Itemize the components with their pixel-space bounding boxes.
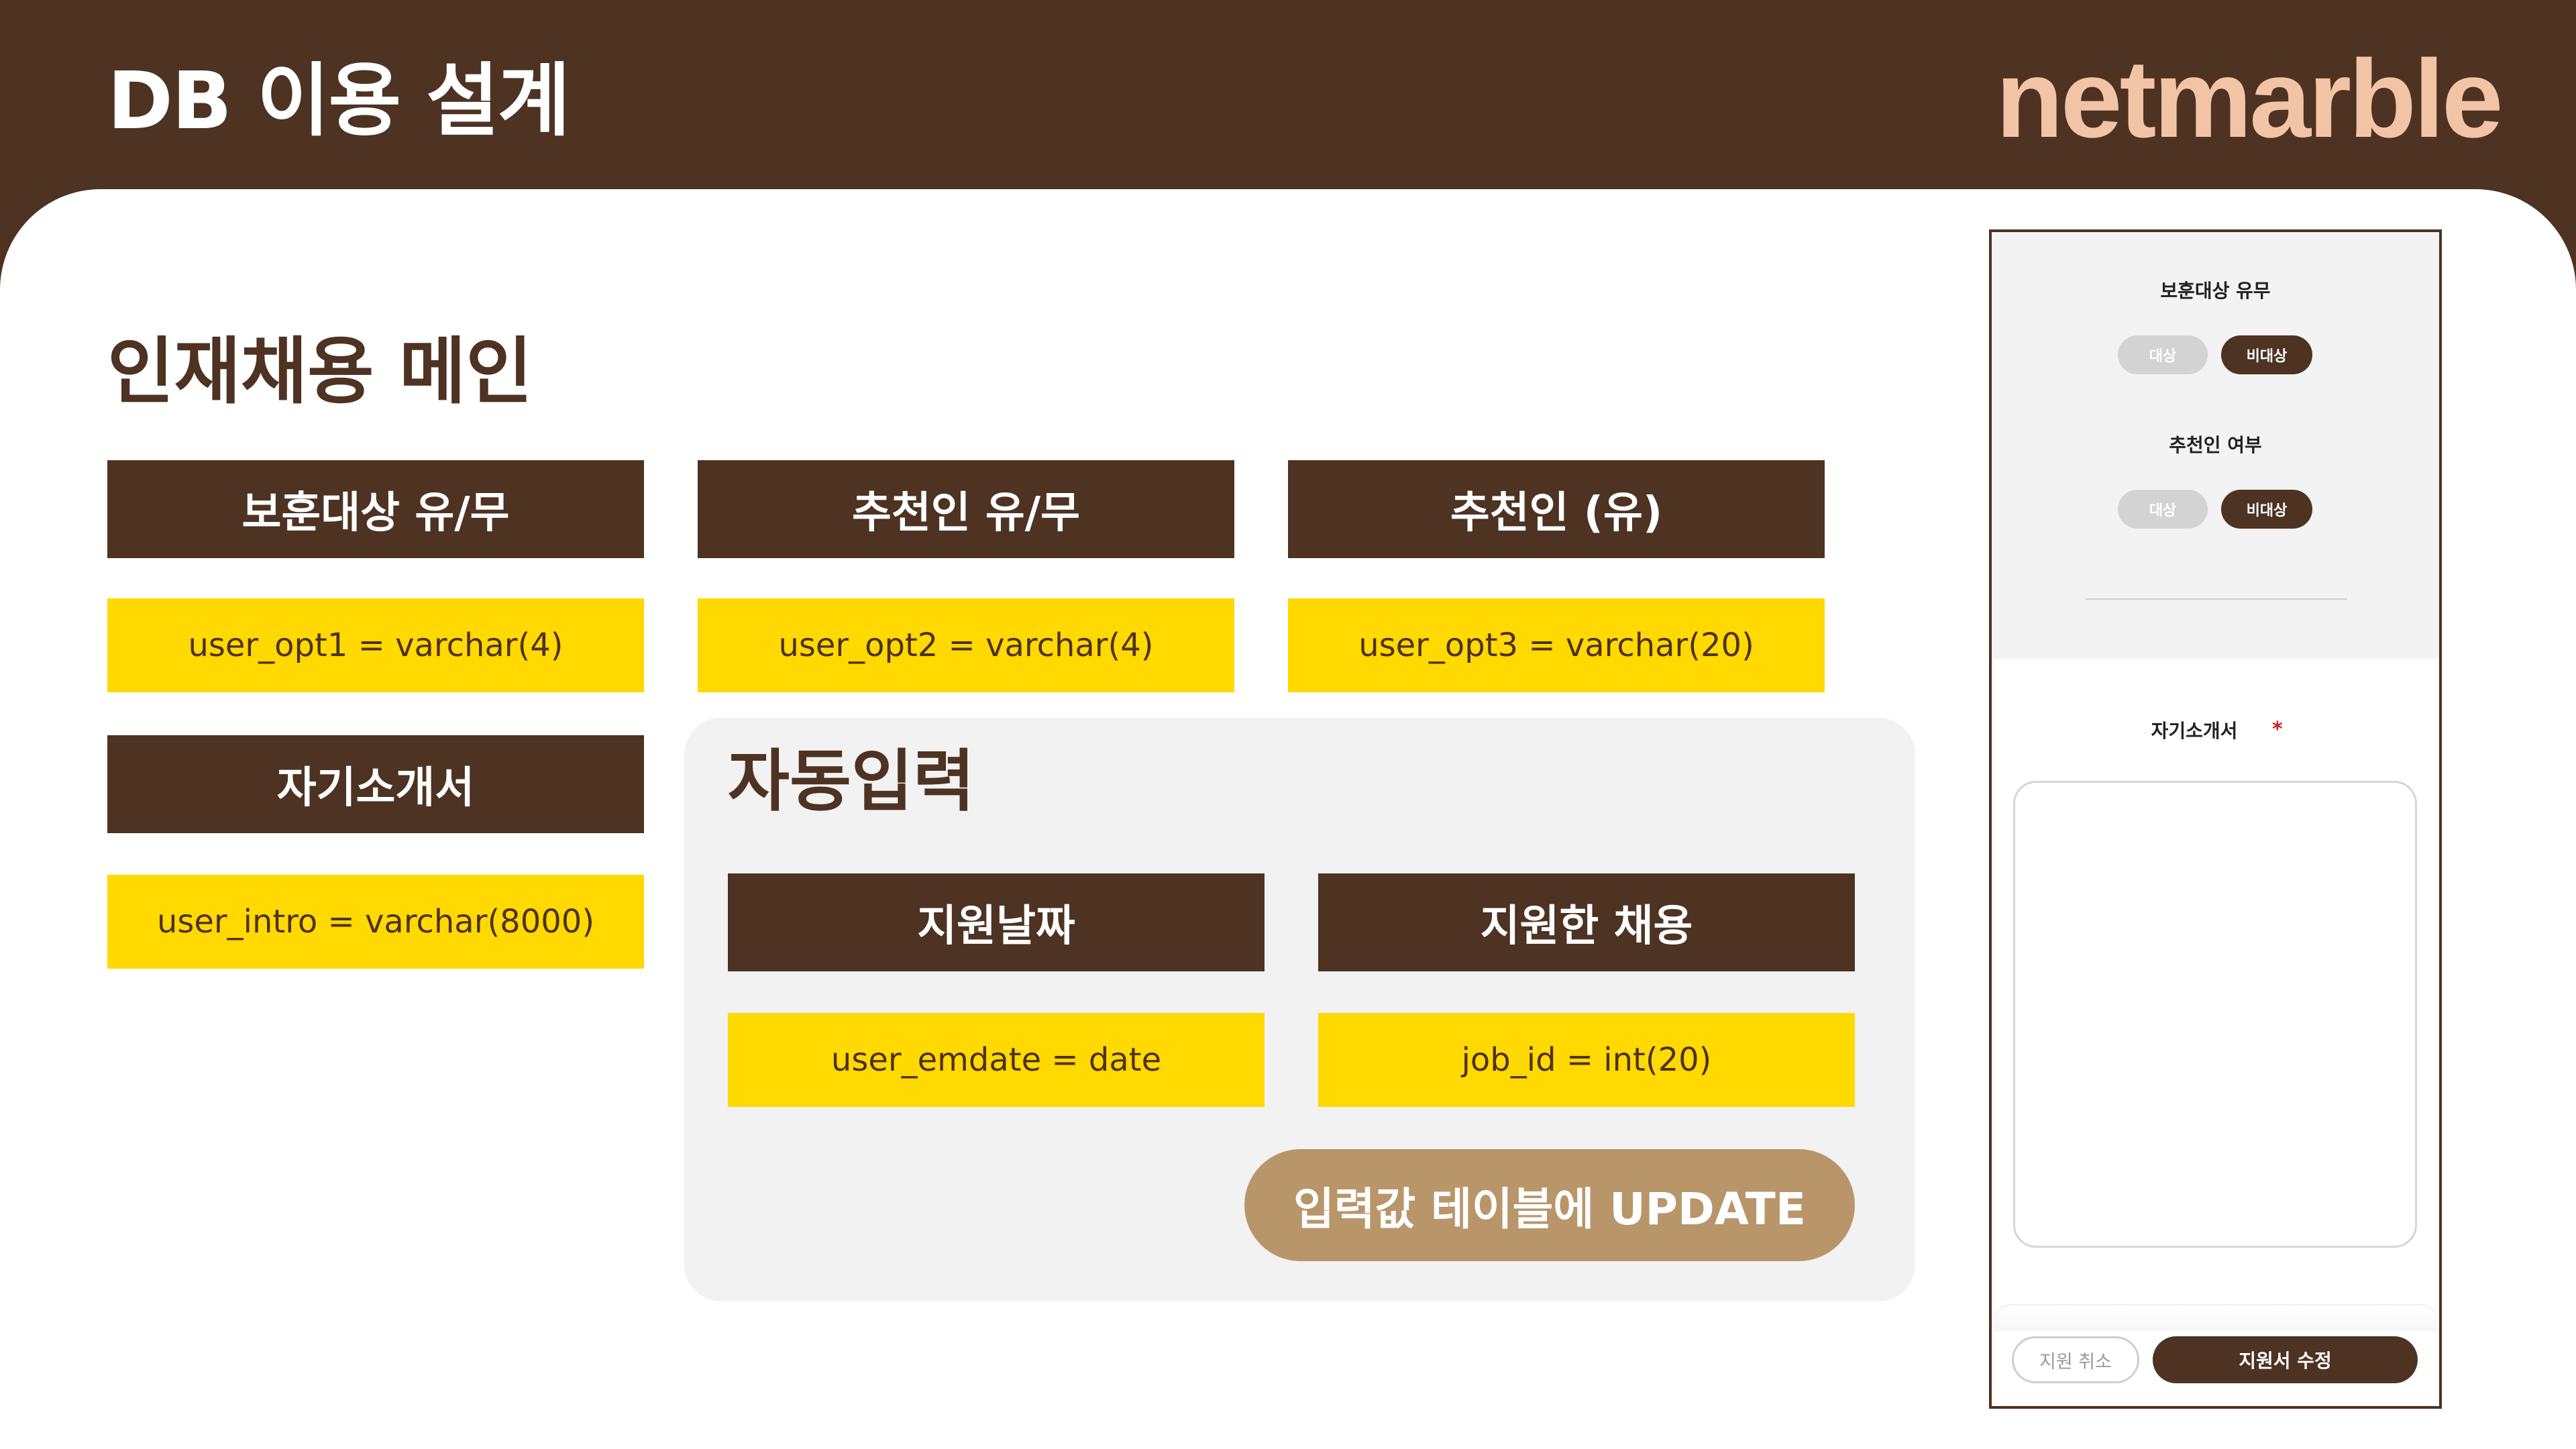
update-table-button[interactable]: 입력값 테이블에 UPDATE <box>1244 1149 1855 1261</box>
field-header-applied-job: 지원한 채용 <box>1318 873 1855 971</box>
field-header-intro: 자기소개서 <box>107 735 644 833</box>
field-column-intro: user_intro = varchar(8000) <box>107 875 644 969</box>
page-title: DB 이용 설계 <box>107 54 570 147</box>
field-column-referrer-name: user_opt3 = varchar(20) <box>1288 598 1825 692</box>
section-title: 인재채용 메인 <box>107 330 533 414</box>
referrer-option-no[interactable]: 비대상 <box>2221 490 2312 529</box>
netmarble-logo: netmarble <box>1996 37 2504 160</box>
field-header-referrer-flag: 추천인 유/무 <box>698 460 1234 558</box>
required-mark: * <box>2272 718 2283 741</box>
veteran-label: 보훈대상 유무 <box>2160 280 2271 302</box>
field-header-veteran: 보훈대상 유/무 <box>107 460 644 558</box>
auto-input-title: 자동입력 <box>728 742 975 820</box>
field-column-applied-job: job_id = int(20) <box>1318 1013 1855 1107</box>
phone-footer <box>1992 1304 2439 1331</box>
veteran-option-yes[interactable]: 대상 <box>2118 335 2208 374</box>
intro-label: 자기소개서 <box>2151 720 2238 742</box>
field-column-referrer-flag: user_opt2 = varchar(4) <box>698 598 1234 692</box>
referrer-option-yes[interactable]: 대상 <box>2118 490 2208 529</box>
phone-mockup: 보훈대상 유무 대상 비대상 추천인 여부 대상 비대상 자기소개서 * 지원 … <box>1989 229 2442 1409</box>
edit-application-button[interactable]: 지원서 수정 <box>2153 1336 2418 1383</box>
field-column-veteran: user_opt1 = varchar(4) <box>107 598 644 692</box>
phone-divider <box>2086 598 2347 600</box>
veteran-option-no[interactable]: 비대상 <box>2221 335 2312 374</box>
referrer-label: 추천인 여부 <box>2169 434 2262 456</box>
intro-textarea[interactable] <box>2013 781 2417 1248</box>
field-header-referrer-name: 추천인 (유) <box>1288 460 1825 558</box>
cancel-application-button[interactable]: 지원 취소 <box>2012 1336 2139 1383</box>
field-column-apply-date: user_emdate = date <box>728 1013 1265 1107</box>
field-header-apply-date: 지원날짜 <box>728 873 1265 971</box>
